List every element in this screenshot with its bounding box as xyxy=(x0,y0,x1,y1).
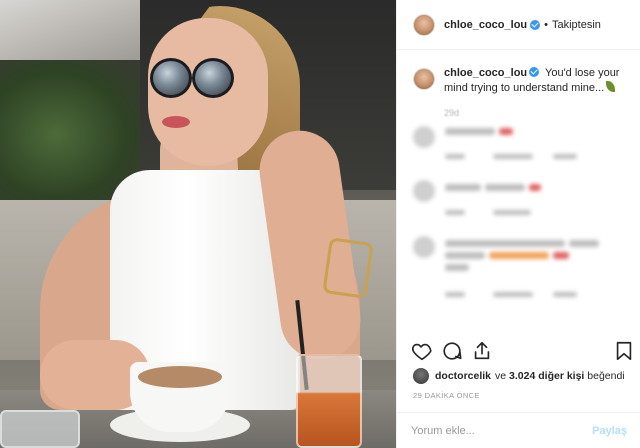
blurred-text xyxy=(553,252,569,259)
post-timestamp: 29 DAKİKA ÖNCE xyxy=(413,391,480,400)
comment-avatar xyxy=(413,236,435,258)
caption-username[interactable]: chloe_coco_lou xyxy=(444,67,527,79)
bookmark-icon[interactable] xyxy=(613,340,635,362)
comment-bubble-icon[interactable] xyxy=(441,340,463,362)
blurred-text xyxy=(445,184,481,191)
post-comment-button[interactable]: Paylaş xyxy=(592,425,627,437)
comment-avatar xyxy=(413,180,435,202)
photo-water-glass xyxy=(0,410,80,448)
blurred-text xyxy=(445,240,565,247)
verified-badge-icon xyxy=(529,67,540,77)
blurred-text xyxy=(445,210,465,215)
header-username[interactable]: chloe_coco_lou xyxy=(444,19,527,31)
photo-lips xyxy=(162,116,190,128)
follow-status-button[interactable]: Takiptesin xyxy=(552,19,601,31)
likes-text: ve 3.024 diğer kişi beğendi xyxy=(495,370,625,382)
blurred-text xyxy=(485,184,525,191)
photo-iced-drink xyxy=(296,354,362,448)
likes-connector: ve xyxy=(495,370,507,382)
comment-item xyxy=(413,126,633,170)
post-actions xyxy=(411,340,635,364)
blurred-text xyxy=(499,128,513,135)
heart-icon[interactable] xyxy=(411,340,433,362)
likes-suffix: beğendi xyxy=(587,370,625,382)
sunglasses-left-lens xyxy=(150,58,192,98)
caption: chloe_coco_lou You'd lose your mind tryi… xyxy=(413,66,633,96)
blurred-text xyxy=(493,154,533,159)
blurred-text xyxy=(445,154,465,159)
blurred-text xyxy=(445,128,495,135)
post-photo[interactable] xyxy=(0,0,396,448)
blurred-text xyxy=(553,292,577,297)
blurred-text xyxy=(493,292,533,297)
photo-coffee xyxy=(138,366,222,388)
blurred-text xyxy=(489,252,549,259)
blurred-text xyxy=(445,264,469,271)
caption-avatar[interactable] xyxy=(413,68,435,90)
liker-avatar[interactable] xyxy=(413,368,429,384)
likes-count-link[interactable]: 3.024 diğer kişi xyxy=(509,370,584,382)
comment-input[interactable] xyxy=(411,424,593,437)
comment-item xyxy=(413,180,633,224)
add-comment-bar: Paylaş xyxy=(397,412,640,448)
leaf-emoji-icon xyxy=(606,81,616,92)
sunglasses-right-lens xyxy=(192,58,234,98)
verified-badge-icon xyxy=(530,19,541,30)
blurred-text xyxy=(553,154,577,159)
blurred-text xyxy=(569,240,599,247)
liker-username[interactable]: doctorcelik xyxy=(435,370,491,382)
share-icon[interactable] xyxy=(471,340,493,362)
post-header: chloe_coco_lou • Takiptesin xyxy=(397,0,640,50)
blurred-text xyxy=(493,210,531,215)
blurred-text xyxy=(445,292,465,297)
header-separator: • xyxy=(544,18,548,31)
photo-gold-bracelet xyxy=(322,237,374,299)
caption-timestamp: 29d xyxy=(444,108,460,118)
blurred-text xyxy=(529,184,541,191)
post-side-panel: chloe_coco_lou • Takiptesin chloe_coco_l… xyxy=(396,0,640,448)
comment-item xyxy=(413,236,633,306)
blurred-text xyxy=(445,252,485,259)
avatar[interactable] xyxy=(413,13,435,36)
likes-summary: doctorcelik ve 3.024 diğer kişi beğendi xyxy=(413,368,637,384)
photo-background-awning xyxy=(0,0,140,60)
caption-text: chloe_coco_lou You'd lose your mind tryi… xyxy=(444,66,633,96)
comment-avatar xyxy=(413,126,435,148)
